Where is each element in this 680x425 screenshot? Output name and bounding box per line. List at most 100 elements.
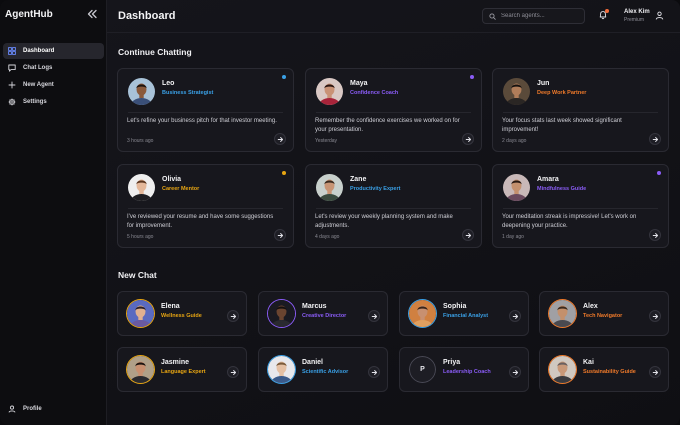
- chat-card[interactable]: Amara Mindfulness Guide Your meditation st…: [492, 164, 669, 248]
- avatar: [127, 300, 154, 327]
- avatar: [128, 78, 155, 105]
- last-message: Let's refine your business pitch for tha…: [127, 118, 277, 124]
- agent-role: Tech Navigator: [583, 313, 623, 319]
- plus-icon: [8, 81, 16, 89]
- agent-role: Mindfulness Guide: [537, 186, 587, 192]
- search-box[interactable]: [482, 8, 585, 24]
- open-chat-button[interactable]: [509, 366, 521, 378]
- timestamp: 1 day ago: [502, 234, 524, 240]
- avatar: [316, 78, 343, 105]
- agent-name: Sophia: [443, 303, 467, 310]
- avatar-portrait: [409, 300, 436, 327]
- open-chat-button[interactable]: [462, 133, 474, 145]
- open-chat-button[interactable]: [227, 310, 239, 322]
- chat-card[interactable]: Maya Confidence Coach Remember the confide…: [305, 68, 482, 152]
- agent-name: Elena: [161, 303, 180, 310]
- chat-card[interactable]: Olivia Career Mentor I've reviewed your re…: [117, 164, 294, 248]
- agent-card[interactable]: Jasmine Language Expert: [117, 347, 247, 392]
- avatar: [549, 356, 576, 383]
- open-chat-button[interactable]: [649, 366, 661, 378]
- last-message: I've reviewed your resume and have some …: [127, 214, 274, 229]
- page-title: Dashboard: [118, 10, 176, 22]
- avatar: [128, 174, 155, 201]
- open-chat-button[interactable]: [462, 229, 474, 241]
- avatar-portrait: [128, 174, 155, 201]
- agent-card[interactable]: Elena Wellness Guide: [117, 291, 247, 336]
- avatar: [503, 78, 530, 105]
- agent-role: Confidence Coach: [350, 90, 399, 96]
- sidebar-item-settings[interactable]: Settings: [3, 94, 104, 110]
- gear-icon: [8, 98, 16, 106]
- card-divider: [503, 208, 658, 209]
- search-input[interactable]: [501, 13, 583, 19]
- card-divider: [128, 112, 283, 113]
- agent-card[interactable]: Daniel Scientific Advisor: [258, 347, 388, 392]
- search-icon: [489, 12, 496, 20]
- agent-card[interactable]: Kai Sustainability Guide: [539, 347, 669, 392]
- avatar: P: [409, 356, 436, 383]
- agent-name: Leo: [162, 80, 175, 87]
- notification-badge: [605, 9, 609, 13]
- open-chat-button[interactable]: [274, 133, 286, 145]
- chat-card[interactable]: Jun Deep Work Partner Your focus stats las…: [492, 68, 669, 152]
- timestamp: 4 days ago: [315, 234, 340, 240]
- user-plan: Premium: [624, 17, 645, 23]
- card-divider: [503, 112, 658, 113]
- open-chat-button[interactable]: [227, 366, 239, 378]
- arrow-right-icon: [230, 369, 236, 375]
- user-menu-icon[interactable]: [655, 11, 664, 20]
- agent-card[interactable]: Alex Tech Navigator: [539, 291, 669, 336]
- open-chat-button[interactable]: [649, 310, 661, 322]
- section-title-new-chat: New Chat: [118, 270, 157, 280]
- sidebar-item-label: New Agent: [23, 82, 54, 88]
- avatar-portrait: [268, 300, 295, 327]
- avatar-portrait: [127, 356, 154, 383]
- app-logo: AgentHub: [5, 9, 53, 20]
- user-name: Alex Kim: [624, 9, 650, 15]
- agent-name: Zane: [350, 176, 367, 183]
- arrow-right-icon: [371, 369, 377, 375]
- arrow-right-icon: [371, 313, 377, 319]
- avatar: [268, 300, 295, 327]
- agent-card[interactable]: P Priya Leadership Coach: [399, 347, 529, 392]
- arrow-right-icon: [230, 313, 236, 319]
- arrow-right-icon: [465, 136, 471, 142]
- chat-bubble-icon: [8, 64, 16, 72]
- open-chat-button[interactable]: [649, 133, 661, 145]
- open-chat-button[interactable]: [274, 229, 286, 241]
- sidebar-item-profile[interactable]: Profile: [3, 402, 42, 416]
- open-chat-button[interactable]: [649, 229, 661, 241]
- agent-role: Career Mentor: [162, 186, 200, 192]
- agent-role: Productivity Expert: [350, 186, 401, 192]
- agent-card[interactable]: Sophia Financial Analyst: [399, 291, 529, 336]
- chat-card[interactable]: Leo Business Strategist Let's refine your …: [117, 68, 294, 152]
- agent-name: Olivia: [162, 176, 182, 183]
- open-chat-button[interactable]: [368, 310, 380, 322]
- open-chat-button[interactable]: [509, 310, 521, 322]
- avatar-portrait: [128, 78, 155, 105]
- open-chat-button[interactable]: [368, 366, 380, 378]
- agent-card[interactable]: Marcus Creative Director: [258, 291, 388, 336]
- section-title-continue-chatting: Continue Chatting: [118, 47, 192, 57]
- chat-card[interactable]: Zane Productivity Expert Let's review your…: [305, 164, 482, 248]
- arrow-right-icon: [512, 313, 518, 319]
- status-dot: [657, 171, 661, 175]
- sidebar-item-dashboard[interactable]: Dashboard: [3, 43, 104, 59]
- sidebar-item-label: Settings: [23, 99, 47, 105]
- timestamp: Yesterday: [315, 138, 338, 144]
- sidebar-item-new-agent[interactable]: New Agent: [3, 77, 104, 93]
- sidebar-item-chat-logs[interactable]: Chat Logs: [3, 60, 104, 76]
- timestamp: 2 days ago: [502, 138, 527, 144]
- avatar: [316, 174, 343, 201]
- timestamp: 5 hours ago: [127, 234, 154, 240]
- avatar-portrait: [549, 300, 576, 327]
- agent-name: Maya: [350, 80, 368, 87]
- avatar-portrait: [503, 78, 530, 105]
- sidebar: AgentHub Dashboard Chat Logs New Agent S…: [0, 0, 107, 425]
- avatar: [549, 300, 576, 327]
- collapse-sidebar-icon[interactable]: [86, 8, 98, 20]
- avatar-portrait: [549, 356, 576, 383]
- sidebar-item-label: Chat Logs: [23, 65, 53, 71]
- agent-role: Creative Director: [302, 313, 347, 319]
- avatar: [503, 174, 530, 201]
